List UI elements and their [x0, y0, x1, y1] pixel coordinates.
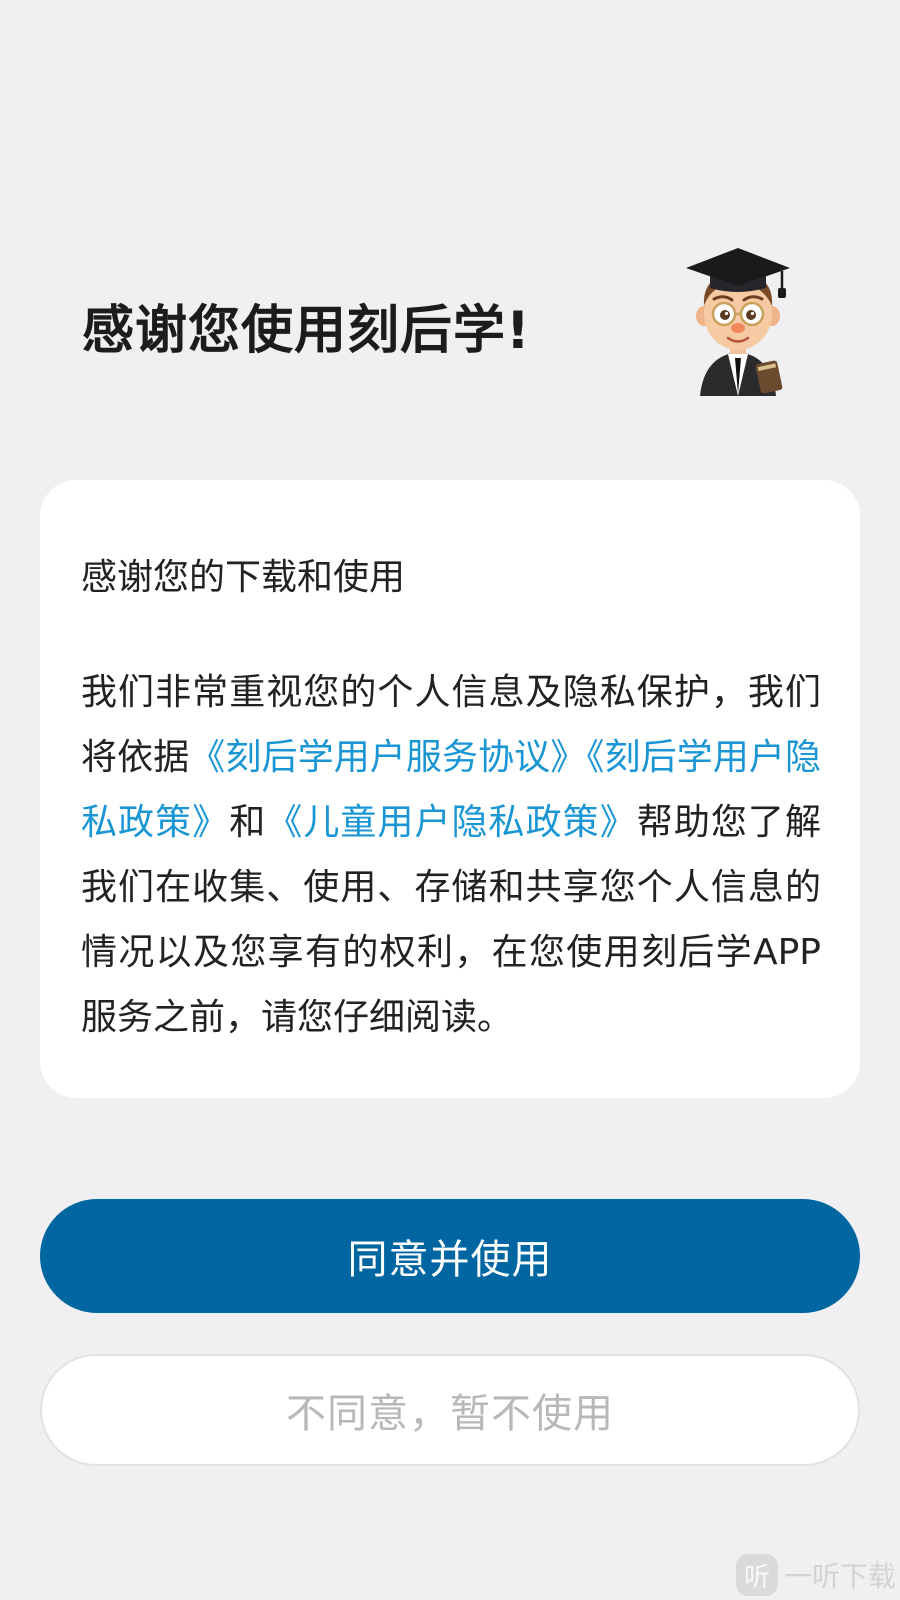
card-greeting: 感谢您的下载和使用	[81, 557, 406, 598]
watermark-text: 一听下载	[783, 1560, 896, 1593]
service-agreement-link[interactable]: 《刻后学用户服务协议》	[189, 737, 586, 778]
welcome-title: 感谢您使用刻后学!	[82, 301, 531, 361]
children-privacy-link[interactable]: 《儿童用户隐私政策》	[266, 802, 637, 843]
privacy-card: 感谢您的下载和使用 我们非常重视您的个人信息及隐私保护，我们将依据《刻后学用户服…	[40, 480, 860, 1098]
disagree-button[interactable]: 不同意，暂不使用	[40, 1354, 860, 1466]
student-mascot-icon	[686, 248, 790, 396]
welcome-header: 感谢您使用刻后学!	[82, 248, 842, 410]
privacy-notice-text: 我们非常重视您的个人信息及隐私保护，我们将依据《刻后学用户服务协议》《刻后学用户…	[81, 660, 821, 1050]
watermark-logo-icon: 听	[735, 1554, 778, 1596]
agree-button[interactable]: 同意并使用	[40, 1199, 860, 1313]
watermark: 听 一听下载	[735, 1554, 896, 1596]
conjunction-text: 和	[229, 802, 267, 843]
